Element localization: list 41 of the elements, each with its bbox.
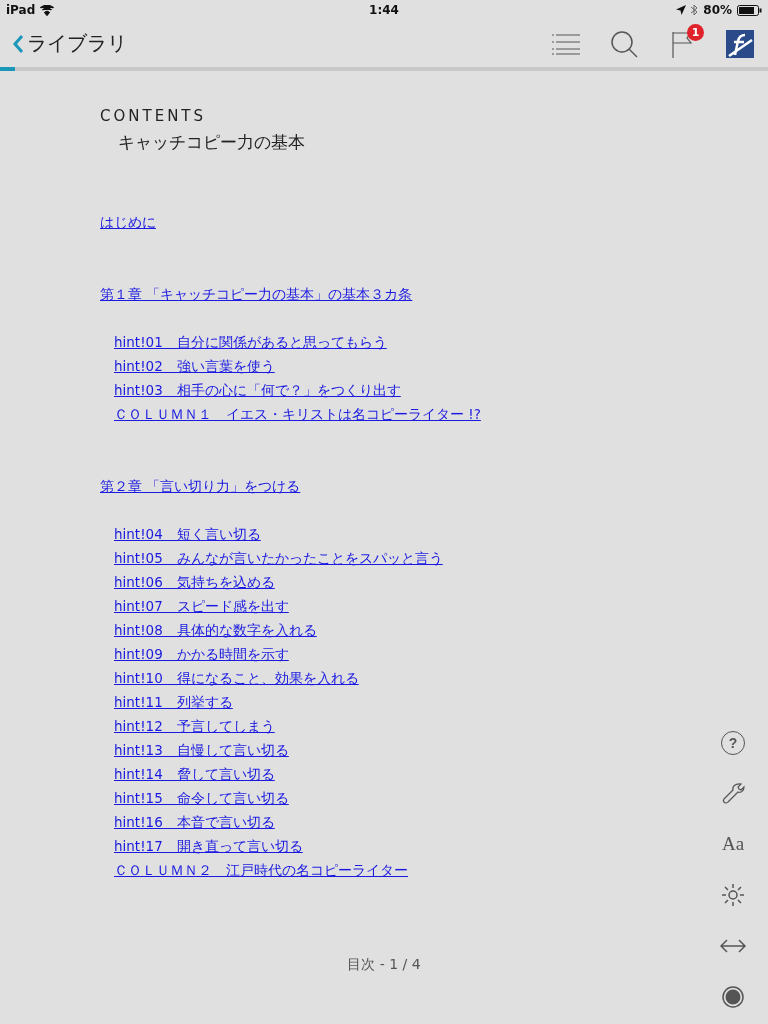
section-link[interactable]: hint!02 強い言葉を使う xyxy=(114,354,275,378)
search-button[interactable] xyxy=(610,29,638,58)
section-link[interactable]: hint!17 開き直って言い切る xyxy=(114,834,303,858)
book-title: キャッチコピー力の基本 xyxy=(118,131,306,154)
font-size-button[interactable]: Aa xyxy=(720,831,746,857)
contents-label: CONTENTS xyxy=(100,107,208,125)
section-link[interactable]: hint!05 みんなが言いたかったことをスパッと言う xyxy=(114,546,443,570)
chapter-link[interactable]: 第２章 「言い切り力」をつける xyxy=(100,474,301,498)
section-link[interactable]: hint!03 相手の心に「何で？」をつくり出す xyxy=(114,378,401,402)
app-logo-button[interactable] xyxy=(726,29,754,58)
chapter-link[interactable]: 第１章 「キャッチコピー力の基本」の基本３カ条 xyxy=(100,282,413,306)
battery-percent: 80% xyxy=(703,3,732,17)
device-name: iPad xyxy=(6,3,36,17)
section-link[interactable]: hint!13 自慢して言い切る xyxy=(114,738,289,762)
notification-badge: 1 xyxy=(687,23,704,41)
back-link[interactable]: ライブラリ xyxy=(12,30,127,57)
section-link[interactable]: ＣＯＬＵＭＮ１ イエス・キリストは名コピーライター !? xyxy=(114,402,481,426)
section-link[interactable]: hint!14 脅して言い切る xyxy=(114,762,275,786)
chevron-left-icon xyxy=(12,33,24,54)
wifi-icon xyxy=(40,4,55,16)
section-link[interactable]: ＣＯＬＵＭＮ２ 江戸時代の名コピーライター xyxy=(114,858,408,882)
section-link[interactable]: hint!08 具体的な数字を入れる xyxy=(114,618,317,642)
location-arrow-icon xyxy=(676,5,687,15)
brightness-button[interactable] xyxy=(720,882,746,908)
section-link[interactable]: hint!09 かかる時間を示す xyxy=(114,642,289,666)
chapter-link[interactable]: はじめに xyxy=(100,210,156,234)
section-link[interactable]: hint!10 得になること、効果を入れる xyxy=(114,666,359,690)
section-link[interactable]: hint!04 短く言い切る xyxy=(114,522,261,546)
section-link[interactable]: hint!15 命令して言い切る xyxy=(114,786,289,810)
record-button[interactable] xyxy=(720,984,746,1010)
section-link[interactable]: hint!01 自分に関係があると思ってもらう xyxy=(114,330,387,354)
section-link[interactable]: hint!06 気持ちを込める xyxy=(114,570,275,594)
page-indicator: 目次 - 1 / 4 xyxy=(347,956,421,972)
wrench-button[interactable] xyxy=(720,780,746,806)
battery-icon xyxy=(737,4,762,16)
section-link[interactable]: hint!16 本音で言い切る xyxy=(114,810,275,834)
section-link[interactable]: hint!11 列挙する xyxy=(114,690,233,714)
section-link[interactable]: hint!12 予言してしまう xyxy=(114,714,275,738)
clock: 1:44 xyxy=(369,3,399,17)
bluetooth-icon xyxy=(691,4,699,16)
section-link[interactable]: hint!07 スピード感を出す xyxy=(114,594,289,618)
